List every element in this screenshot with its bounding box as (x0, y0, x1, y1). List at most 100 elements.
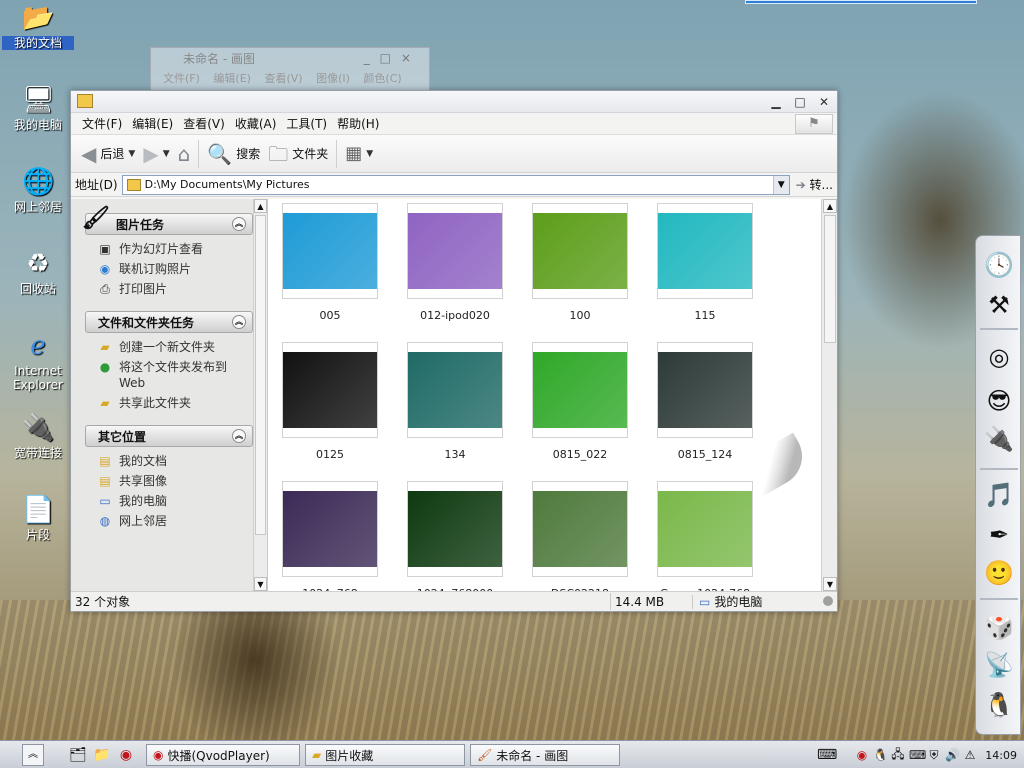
satellite-icon[interactable]: 📡 (982, 648, 1016, 682)
task-publish-web[interactable]: ● 将这个文件夹发布到Web (97, 359, 253, 391)
menu-view[interactable]: 查看(V) (178, 115, 230, 132)
menu-item[interactable]: 编辑(E) (213, 72, 251, 85)
menu-help[interactable]: 帮助(H) (332, 115, 384, 132)
task-new-folder[interactable]: ▰ 创建一个新文件夹 (97, 339, 253, 355)
menu-favorites[interactable]: 收藏(A) (230, 115, 282, 132)
place-my-documents[interactable]: ▤ 我的文档 (97, 453, 253, 469)
desktop-icon-my-documents[interactable]: 📂 我的文档 (2, 2, 74, 50)
qvod-icon[interactable]: ◉ (116, 745, 136, 765)
thumbnail-item[interactable]: 012-ipod020 (407, 203, 503, 322)
thumbnail-item[interactable]: 1024x768000 (407, 481, 503, 600)
other-places-header[interactable]: 其它位置 ︽ (85, 425, 253, 447)
smiley-icon[interactable]: 😎 (982, 384, 1016, 418)
back-dropdown-icon[interactable]: ▼ (128, 149, 135, 159)
back-button[interactable]: ◀ 后退 ▼ (77, 139, 139, 169)
menu-tools[interactable]: 工具(T) (281, 115, 332, 132)
address-input[interactable]: D:\My Documents\My Pictures ▼ (121, 174, 790, 195)
desktop-icon-clip[interactable]: 📄 片段 (2, 494, 74, 542)
qvod-tray-icon[interactable]: ◉ (855, 748, 869, 762)
scroll-up-icon[interactable]: ▲ (254, 199, 267, 213)
qq-tray-icon[interactable]: 🐧 (873, 748, 888, 762)
clock-icon[interactable]: 🕓 (982, 248, 1016, 282)
collapse-chevron-icon[interactable]: ︽ (232, 315, 246, 329)
volume-tray-icon[interactable]: 🔊 (945, 748, 960, 762)
desktop-icon-broadband[interactable]: 🔌 宽带连接 (2, 412, 74, 460)
close-button[interactable]: ✕ (815, 93, 833, 111)
thumbnail-item[interactable]: 005 (282, 203, 378, 322)
forward-button[interactable]: ▶ ▼ (139, 139, 173, 169)
face-icon[interactable]: 🙂 (982, 556, 1016, 590)
place-shared-pictures[interactable]: ▤ 共享图像 (97, 473, 253, 489)
ime-tray-icon[interactable]: ⌨ (909, 748, 926, 762)
start-button[interactable]: ︽ (22, 744, 44, 766)
task-my-pictures[interactable]: ▰ 图片收藏 (305, 744, 465, 766)
scroll-thumb[interactable] (824, 215, 836, 343)
thumbnail-item[interactable]: 0815_124 (657, 342, 753, 461)
collapse-chevron-icon[interactable]: ︽ (232, 217, 246, 231)
maximize-button[interactable]: □ (791, 93, 809, 111)
clock[interactable]: 14:09 (985, 749, 1017, 762)
task-slideshow[interactable]: ▣ 作为幻灯片查看 (97, 241, 253, 257)
warning-tray-icon[interactable]: ⚠ (963, 748, 977, 762)
task-order-prints[interactable]: ◉ 联机订购照片 (97, 261, 253, 277)
views-button[interactable]: ▦ ▼ (341, 139, 377, 169)
desktop-icon-my-computer[interactable]: 🖥 我的电脑 (2, 84, 74, 132)
task-paint[interactable]: 🖌 未命名 - 画图 (470, 744, 620, 766)
music-icon[interactable]: 🎵 (982, 478, 1016, 512)
menu-item[interactable]: 查看(V) (264, 72, 302, 85)
menu-file[interactable]: 文件(F) (77, 115, 127, 132)
thumbnail-item[interactable]: 115 (657, 203, 753, 322)
menu-item[interactable]: 颜色(C) (363, 72, 401, 85)
system-tray: ◉ 🐧 🖧 ⌨ ⛨ 🔊 ⚠ 14:09 (855, 743, 1021, 767)
folders-button[interactable]: 🗀 文件夹 (264, 139, 332, 169)
keyboard-icon[interactable]: ⌨ (817, 745, 837, 765)
thumbnail-item[interactable]: 1024x768 (282, 481, 378, 600)
scroll-down-icon[interactable]: ▼ (823, 577, 837, 591)
task-share-folder[interactable]: ▰ 共享此文件夹 (97, 395, 253, 411)
thumbnail-item[interactable]: Green-1024-768 (657, 481, 753, 600)
views-dropdown-icon[interactable]: ▼ (366, 149, 373, 159)
task-pane-scrollbar[interactable]: ▲ ▼ (253, 199, 267, 591)
desktop-icon-internet-explorer[interactable]: ℯ Internet Explorer (2, 330, 74, 392)
menu-item[interactable]: 文件(F) (163, 72, 200, 85)
menu-item[interactable]: 图像(I) (316, 72, 350, 85)
collapse-chevron-icon[interactable]: ︽ (232, 429, 246, 443)
task-qvodplayer[interactable]: ◉ 快播(QvodPlayer) (146, 744, 300, 766)
network-tray-icon[interactable]: 🖧 (891, 745, 905, 766)
scroll-up-icon[interactable]: ▲ (823, 199, 837, 213)
minimize-button[interactable]: ▁ (767, 93, 785, 111)
picture-tasks-header[interactable]: 🖌 图片任务 ︽ (82, 206, 253, 235)
desktop-icon-recycle-bin[interactable]: ♻ 回收站 (2, 248, 74, 296)
resize-grip-icon[interactable] (823, 596, 833, 606)
pen-icon[interactable]: ✒ (982, 518, 1016, 552)
thumbnail-item[interactable]: 0125 (282, 342, 378, 461)
go-button[interactable]: ➔ 转... (796, 176, 833, 193)
plug-icon[interactable]: 🔌 (982, 422, 1016, 456)
thumbnail-item[interactable]: DSC02218 (532, 481, 628, 600)
menu-edit[interactable]: 编辑(E) (127, 115, 178, 132)
scroll-thumb[interactable] (255, 215, 266, 535)
up-button[interactable]: ⌂ (174, 139, 195, 169)
thumbnail-item[interactable]: 0815_022 (532, 342, 628, 461)
shield-tray-icon[interactable]: ⛨ (927, 748, 941, 763)
place-network[interactable]: ◍ 网上邻居 (97, 513, 253, 529)
search-button[interactable]: 🔍 搜索 (203, 139, 264, 169)
forward-dropdown-icon[interactable]: ▼ (163, 149, 170, 159)
thumbnail-scrollbar[interactable]: ▲ ▼ (821, 199, 837, 591)
title-bar[interactable]: ▁ □ ✕ (71, 91, 837, 113)
desktop-icon-network[interactable]: 🌐 网上邻居 (2, 166, 74, 214)
file-tasks-header[interactable]: 文件和文件夹任务 ︽ (85, 311, 253, 333)
address-dropdown-icon[interactable]: ▼ (772, 175, 789, 194)
task-print[interactable]: ⎙ 打印图片 (97, 281, 253, 297)
thumbnail-item[interactable]: 134 (407, 342, 503, 461)
tools-icon[interactable]: ⚒ (982, 288, 1016, 322)
place-my-computer[interactable]: ▭ 我的电脑 (97, 493, 253, 509)
cube-icon[interactable]: 🎲 (982, 610, 1016, 644)
quicklaunch-icon[interactable]: 📁 (92, 745, 112, 765)
thumbnail-item[interactable]: 100 (532, 203, 628, 322)
up-folder-icon: ⌂ (177, 141, 191, 166)
quicklaunch-icon[interactable]: 🗂 (68, 745, 88, 765)
scroll-down-icon[interactable]: ▼ (254, 577, 267, 591)
blender-icon[interactable]: ◎ (982, 340, 1016, 374)
qq-penguin-icon[interactable]: 🐧 (982, 688, 1016, 722)
